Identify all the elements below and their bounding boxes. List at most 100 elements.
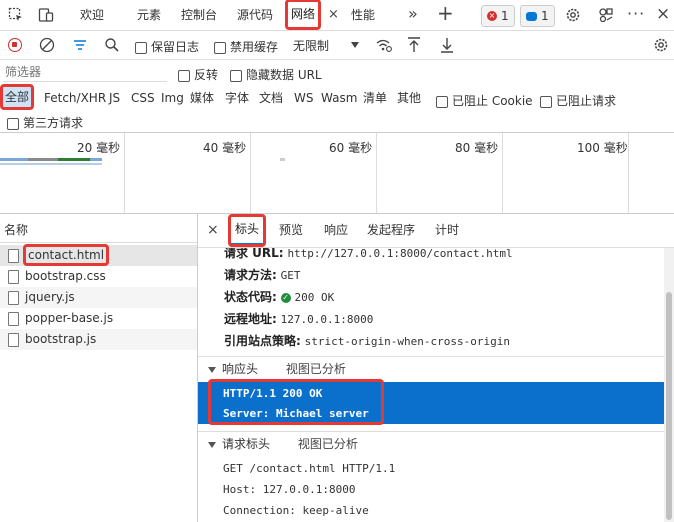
tab-headers[interactable]: 标头 [227, 214, 267, 247]
raw-header-line: GET /contact.html HTTP/1.1 [223, 462, 396, 475]
filter-row: 反转 隐藏数据 URL [0, 60, 674, 86]
raw-header-line: Server: Michael server [223, 407, 369, 420]
type-filter-img[interactable]: Img [161, 86, 184, 110]
tab-elements[interactable]: 元素 [137, 0, 161, 30]
timeline-overview[interactable]: 20 毫秒 40 毫秒 60 毫秒 80 毫秒 100 毫秒 [0, 133, 674, 214]
clear-icon[interactable] [39, 37, 55, 53]
timeline-tick: 100 毫秒 [577, 141, 628, 155]
response-headers-section-header[interactable]: 响应头 视图已分析 [198, 358, 664, 380]
close-devtools-icon[interactable]: × [656, 4, 670, 24]
record-icon[interactable] [8, 38, 22, 52]
timeline-tick: 80 毫秒 [455, 141, 499, 155]
tab-response[interactable]: 响应 [324, 214, 348, 247]
resource-type-filter: 全部 Fetch/XHR JS CSS Img 媒体 字体 文档 WS Wasm… [0, 84, 674, 110]
preserve-log-checkbox[interactable]: 保留日志 [135, 38, 199, 55]
scrollbar-thumb[interactable] [666, 292, 672, 520]
third-party-row: 第三方请求 [0, 110, 674, 133]
errors-badge[interactable]: × 1 [481, 5, 515, 27]
device-emulation-icon[interactable] [38, 7, 54, 23]
tab-network[interactable]: 网络 [284, 0, 322, 30]
view-parsed-toggle[interactable]: 视图已分析 [298, 437, 358, 451]
blocked-requests-checkbox[interactable]: 已阻止请求 [540, 92, 616, 109]
type-filter-doc[interactable]: 文档 [259, 86, 283, 110]
collapse-triangle-icon [208, 366, 216, 373]
tab-console[interactable]: 控制台 [181, 0, 217, 30]
tab-initiator[interactable]: 发起程序 [367, 214, 415, 247]
invert-label: 反转 [194, 68, 219, 82]
add-tab-icon[interactable]: + [437, 1, 454, 25]
type-filter-manifest[interactable]: 清单 [363, 86, 387, 110]
filter-input[interactable] [3, 63, 167, 82]
header-value: strict-origin-when-cross-origin [304, 335, 510, 348]
status-code-row: 状态代码: ✓ 200 OK [224, 288, 334, 305]
messages-badge[interactable]: 1 [520, 5, 555, 27]
import-har-icon[interactable] [406, 36, 422, 54]
request-row-selected[interactable]: contact.html [0, 244, 197, 266]
message-icon [526, 11, 537, 21]
response-headers-raw: HTTP/1.1 200 OK Server: Michael server [198, 379, 664, 425]
tab-welcome[interactable]: 欢迎 [80, 0, 104, 30]
raw-header-line: Host: 127.0.0.1:8000 [223, 483, 356, 496]
type-filter-wasm[interactable]: Wasm [321, 86, 357, 110]
request-headers-section-header[interactable]: 请求标头 视图已分析 [198, 433, 664, 455]
status-ok-icon: ✓ [280, 292, 291, 303]
header-value: GET [280, 269, 301, 282]
request-row[interactable]: bootstrap.js [0, 329, 197, 350]
messages-count: 1 [541, 9, 549, 23]
type-filter-other[interactable]: 其他 [397, 86, 421, 110]
timeline-bar [58, 158, 90, 161]
network-settings-gear-icon[interactable] [652, 36, 670, 54]
type-filter-media[interactable]: 媒体 [190, 86, 214, 110]
general-section: 请求 URL: http://127.0.0.1:8000/contact.ht… [198, 248, 664, 356]
more-tabs-icon[interactable]: » [408, 4, 418, 23]
hide-data-urls-checkbox[interactable]: 隐藏数据 URL [230, 66, 322, 83]
detail-tab-bar: × 标头 预览 响应 发起程序 计时 [198, 214, 674, 248]
customize-icon[interactable] [597, 6, 615, 24]
view-parsed-toggle[interactable]: 视图已分析 [286, 362, 346, 376]
type-filter-font[interactable]: 字体 [225, 86, 249, 110]
close-tab-icon[interactable]: × [328, 7, 339, 22]
request-row[interactable]: jquery.js [0, 287, 197, 308]
header-key: 请求 URL: [224, 248, 284, 260]
timeline-bar [0, 158, 28, 161]
tab-preview[interactable]: 预览 [279, 214, 303, 247]
file-icon [8, 248, 19, 263]
remote-address-row: 远程地址: 127.0.0.1:8000 [224, 310, 373, 327]
invert-checkbox[interactable]: 反转 [178, 66, 218, 83]
type-filter-fetch-xhr[interactable]: Fetch/XHR [44, 86, 106, 110]
settings-gear-icon[interactable] [564, 6, 582, 24]
close-detail-icon[interactable]: × [207, 222, 219, 238]
type-filter-all[interactable]: 全部 [0, 84, 35, 110]
type-filter-js[interactable]: JS [109, 86, 120, 110]
more-options-icon[interactable]: ··· [627, 4, 645, 23]
file-icon [8, 332, 19, 347]
error-icon: × [487, 11, 497, 21]
disable-cache-label: 禁用缓存 [230, 40, 279, 54]
blocked-cookies-checkbox[interactable]: 已阻止 Cookie [436, 92, 533, 109]
timeline-bar [90, 158, 102, 161]
tab-timing[interactable]: 计时 [435, 214, 459, 247]
errors-count: 1 [501, 9, 509, 23]
network-conditions-icon[interactable] [375, 37, 393, 53]
name-column-header[interactable]: 名称 [4, 221, 28, 238]
request-detail-panel: × 标头 预览 响应 发起程序 计时 请求 URL: http://127.0.… [198, 214, 674, 522]
timeline-bar [28, 158, 58, 161]
throttling-value: 无限制 [293, 38, 330, 53]
disable-cache-checkbox[interactable]: 禁用缓存 [214, 38, 278, 55]
filter-icon[interactable] [72, 37, 88, 53]
inspect-element-icon[interactable] [8, 7, 24, 23]
request-name: bootstrap.css [25, 269, 106, 283]
request-row[interactable]: popper-base.js [0, 308, 197, 329]
type-filter-css[interactable]: CSS [131, 86, 155, 110]
search-icon[interactable] [104, 37, 120, 53]
scrollbar-track[interactable] [664, 248, 674, 522]
request-row[interactable]: bootstrap.css [0, 266, 197, 287]
tab-sources[interactable]: 源代码 [237, 0, 273, 30]
file-icon [8, 311, 19, 326]
throttling-select[interactable]: 无限制 [287, 34, 363, 56]
header-value: 200 OK [294, 291, 335, 304]
export-har-icon[interactable] [439, 36, 455, 54]
tab-performance[interactable]: 性能 [351, 0, 375, 30]
third-party-checkbox[interactable]: 第三方请求 [7, 114, 83, 131]
type-filter-ws[interactable]: WS [294, 86, 313, 110]
